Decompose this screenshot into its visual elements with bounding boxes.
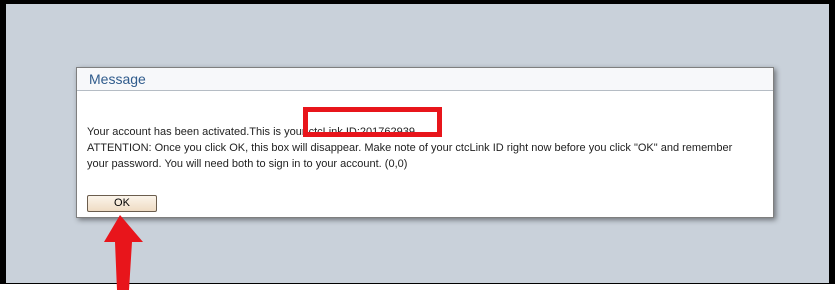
arrow-annotation	[98, 215, 158, 290]
message-line-2: ATTENTION: Once you click OK, this box w…	[87, 142, 733, 154]
dialog-title: Message	[89, 71, 146, 87]
dialog-header: Message	[77, 68, 773, 91]
red-arrow-icon	[104, 215, 143, 290]
activation-text: Your account has been activated.This is …	[87, 126, 309, 138]
ok-button[interactable]: OK	[87, 195, 157, 212]
message-line-3: your password. You will need both to sig…	[87, 158, 408, 170]
message-dialog: Message Your account has been activated.…	[76, 67, 774, 218]
highlight-box	[303, 107, 442, 137]
